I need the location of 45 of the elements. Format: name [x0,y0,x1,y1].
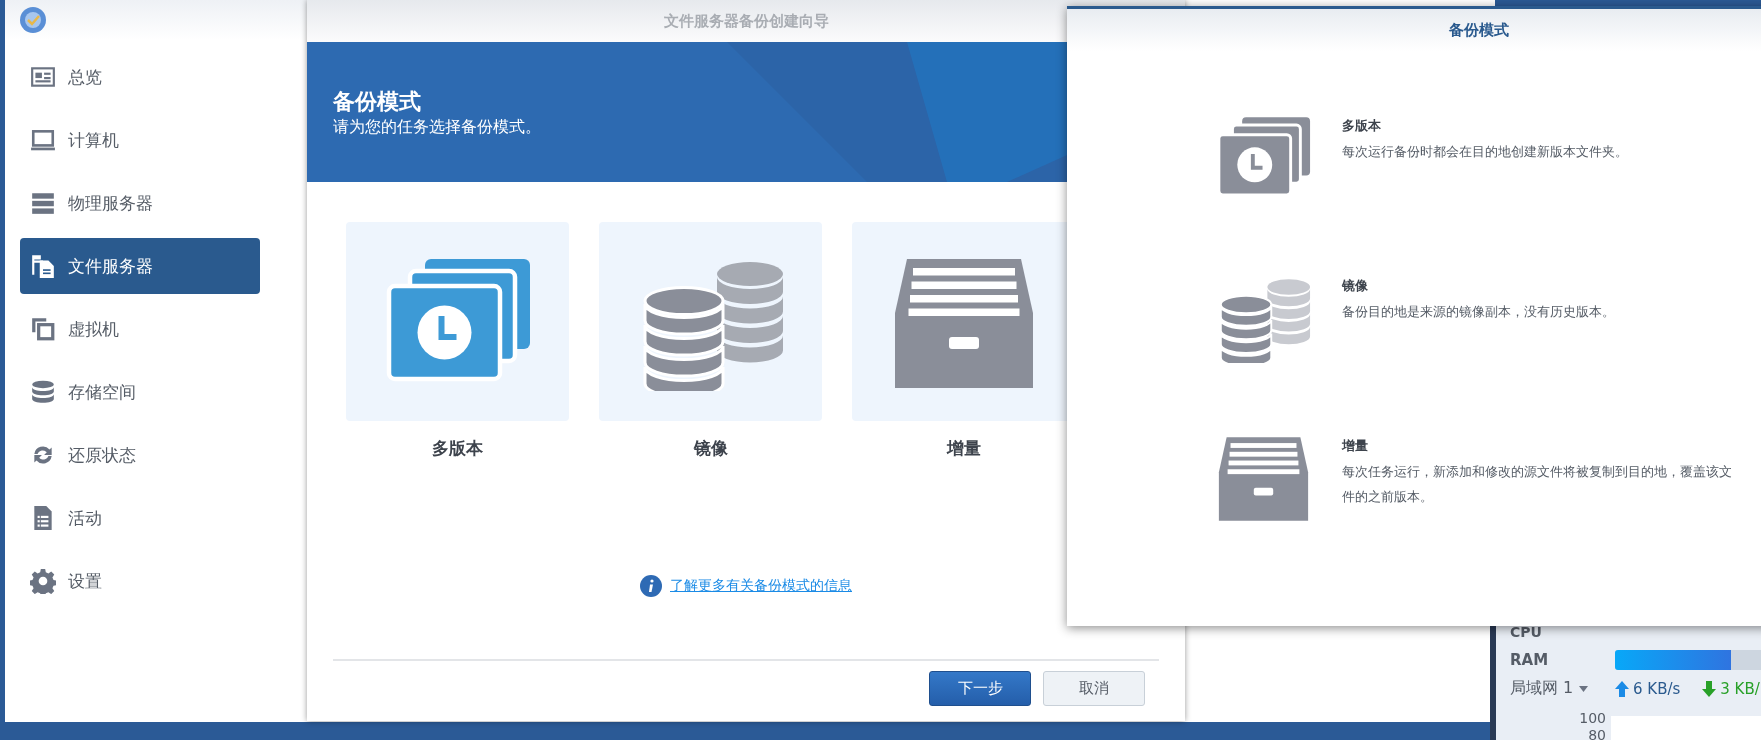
banner-subtitle: 请为您的任务选择备份模式。 [333,116,542,138]
server-icon [30,190,56,216]
info-icon [640,575,662,597]
sidebar-item[interactable]: 物理服务器 [20,175,260,231]
network-dropdown[interactable]: 局域网 1 [1510,678,1615,699]
upload-arrow-icon [1615,680,1629,697]
sidebar-item[interactable]: 计算机 [20,112,260,168]
download-speed: 3 KB/ [1720,679,1760,698]
cpu-label: CPU [1510,624,1543,640]
sidebar-item[interactable]: 总览 [20,49,260,105]
storage-icon [30,379,56,405]
mode-title: 多版本 [1342,117,1382,135]
cancel-button[interactable]: 取消 [1043,671,1145,706]
banner-title: 备份模式 [333,87,422,116]
mode-label: 增量 [946,437,981,460]
axis-tick-label: 100 [1579,710,1606,727]
mode-label: 镜像 [693,437,728,460]
mode-option-card[interactable] [599,222,822,421]
caret-icon [1579,685,1589,692]
popup-title: 备份模式 [1067,9,1761,51]
ram-label: RAM [1510,651,1550,669]
sidebar-item[interactable]: 活动 [20,490,260,546]
app-logo-icon [19,6,47,34]
sidebar-item[interactable]: 文件服务器 [20,238,260,294]
mode-description: 备份目的地是来源的镜像副本，没有历史版本。 [1342,303,1616,321]
file-icon [30,253,56,279]
mode-description: 每次运行备份时都会在目的地创建新版本文件夹。 [1342,143,1629,161]
upload-speed: 6 KB/s [1633,679,1681,698]
download-arrow-icon [1702,680,1717,697]
mode-option-card[interactable] [346,222,569,421]
mode-title: 增量 [1342,437,1369,455]
overview-icon [30,64,56,90]
computer-icon [30,127,56,153]
sidebar-item[interactable]: 还原状态 [20,427,260,483]
vm-icon [30,316,56,342]
mode-title: 镜像 [1342,277,1369,295]
learn-more-link[interactable]: 了解更多有关备份模式的信息 [670,577,852,595]
sidebar-item[interactable]: 设置 [20,553,260,609]
mode-description: 每次任务运行，新添加和修改的源文件将被复制到目的地，覆盖该文件的之前版本。 [1342,463,1733,506]
axis-tick-label: 80 [1588,727,1606,740]
mode-label: 多版本 [432,437,483,460]
sidebar-item[interactable]: 存储空间 [20,364,260,420]
next-button[interactable]: 下一步 [929,671,1031,706]
settings-icon [30,568,56,594]
sidebar-item[interactable]: 虚拟机 [20,301,260,357]
